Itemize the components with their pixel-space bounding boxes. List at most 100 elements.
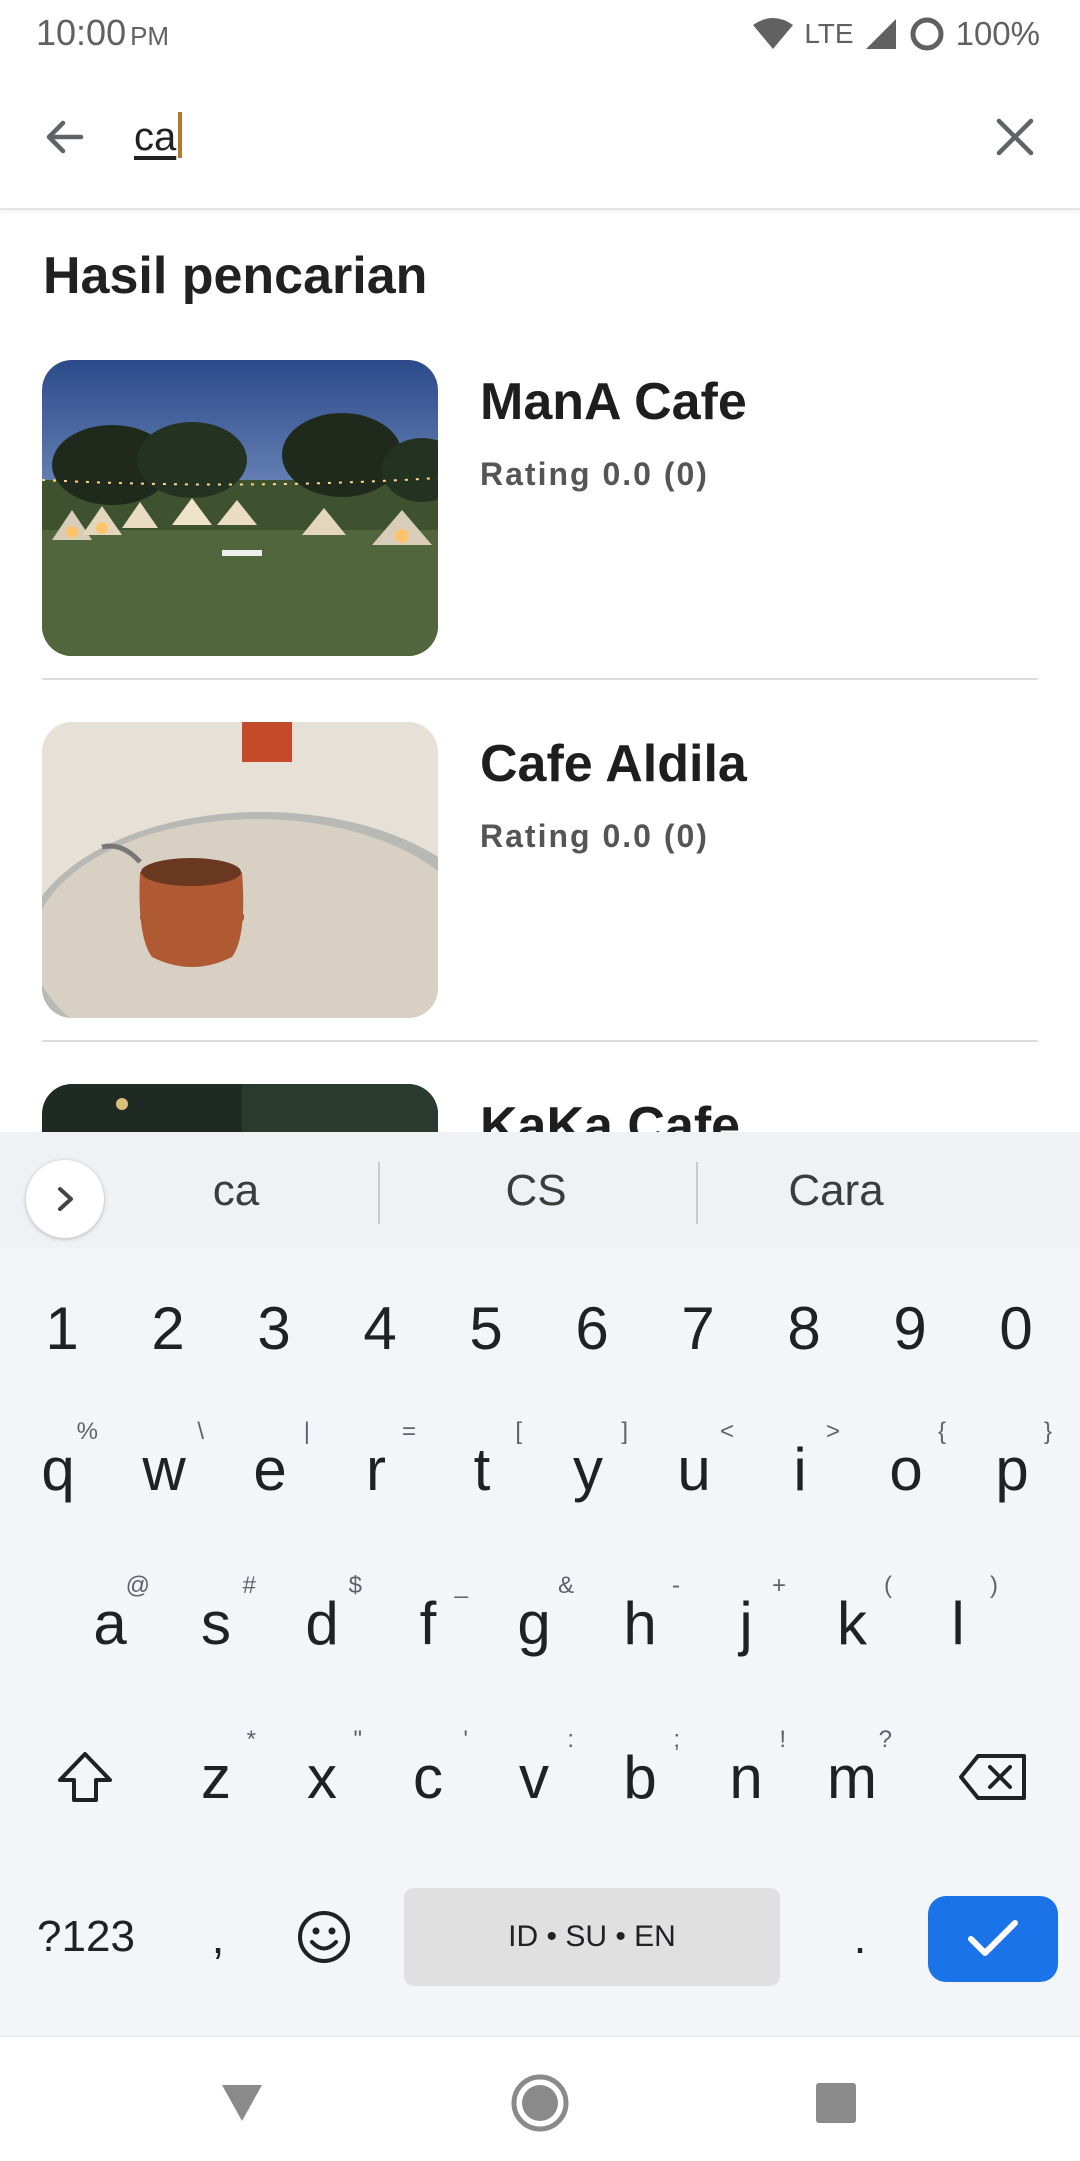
suggestion-strip: ca CS Cara xyxy=(0,1132,1080,1248)
divider xyxy=(42,1040,1038,1042)
key-y[interactable]: y] xyxy=(536,1404,640,1534)
result-item-kaka-cafe[interactable]: KaKa Cafe xyxy=(0,1084,1080,1132)
key-label: v xyxy=(519,1743,549,1811)
key-label: d xyxy=(305,1589,339,1657)
key-8[interactable]: 8 xyxy=(754,1268,854,1388)
key-7[interactable]: 7 xyxy=(648,1268,748,1388)
key-label: h xyxy=(623,1589,657,1657)
arrow-back-icon xyxy=(46,120,84,154)
check-icon xyxy=(968,1920,1018,1956)
key-hint: $ xyxy=(348,1572,362,1599)
key-2[interactable]: 2 xyxy=(118,1268,218,1388)
key-f[interactable]: f _ xyxy=(376,1558,480,1688)
comma-key[interactable]: , xyxy=(166,1872,270,2002)
emoji-icon xyxy=(298,1911,350,1963)
shift-icon xyxy=(58,1752,112,1802)
cafe-night-photo xyxy=(42,1084,438,1132)
key-3[interactable]: 3 xyxy=(224,1268,324,1388)
key-label: u xyxy=(677,1435,711,1503)
key-h[interactable]: h- xyxy=(588,1558,692,1688)
key-6[interactable]: 6 xyxy=(542,1268,642,1388)
battery-level: 100% xyxy=(955,15,1040,52)
key-r[interactable]: r = xyxy=(324,1404,428,1534)
key-b[interactable]: b; xyxy=(588,1712,692,1842)
shift-key[interactable] xyxy=(30,1712,140,1842)
key-p[interactable]: p} xyxy=(960,1404,1064,1534)
suggestion-3[interactable]: Cara xyxy=(696,1166,976,1216)
key-hint: \ xyxy=(197,1418,204,1445)
result-item-cafe-aldila[interactable]: Cafe Aldila Rating 0.0 (0) xyxy=(0,722,1080,1084)
key-x[interactable]: x " xyxy=(270,1712,374,1842)
nav-back-button[interactable] xyxy=(202,2063,282,2143)
chevron-right-icon xyxy=(58,1187,73,1211)
key-hint: { xyxy=(937,1418,946,1445)
key-l[interactable]: l) xyxy=(906,1558,1010,1688)
key-o[interactable]: o{ xyxy=(854,1404,958,1534)
back-button[interactable] xyxy=(30,102,100,172)
emoji-key[interactable] xyxy=(272,1872,376,2002)
key-label: g xyxy=(517,1589,551,1657)
enter-key[interactable] xyxy=(928,1896,1058,1982)
square-icon xyxy=(816,2083,856,2123)
key-c[interactable]: c ' xyxy=(376,1712,480,1842)
soft-keyboard: ca CS Cara 1 2 3 4 5 6 7 8 9 0 q% w \ e | … xyxy=(0,1132,1080,2036)
key-label: w xyxy=(142,1435,186,1503)
key-j[interactable]: j + xyxy=(694,1558,798,1688)
key-hint: ! xyxy=(779,1726,786,1753)
key-hint: < xyxy=(719,1418,734,1445)
key-hint: > xyxy=(825,1418,840,1445)
key-hint: : xyxy=(567,1726,574,1753)
section-title: Hasil pencarian xyxy=(43,247,428,305)
key-v[interactable]: v: xyxy=(482,1712,586,1842)
status-icons: LTE 100% xyxy=(752,10,1040,58)
suggestion-1[interactable]: ca xyxy=(96,1166,376,1216)
nav-home-button[interactable] xyxy=(500,2063,580,2143)
key-q[interactable]: q% xyxy=(6,1404,110,1534)
suggestion-divider xyxy=(378,1162,380,1224)
key-g[interactable]: g & xyxy=(482,1558,586,1688)
symbols-key[interactable]: ?123 xyxy=(16,1872,156,2002)
key-m[interactable]: m? xyxy=(800,1712,904,1842)
key-4[interactable]: 4 xyxy=(330,1268,430,1388)
key-k[interactable]: k( xyxy=(800,1558,904,1688)
key-n[interactable]: n! xyxy=(694,1712,798,1842)
key-label: i xyxy=(793,1435,807,1503)
key-e[interactable]: e | xyxy=(218,1404,322,1534)
signal-icon xyxy=(865,19,896,49)
nav-recents-button[interactable] xyxy=(796,2063,876,2143)
key-label: p xyxy=(995,1435,1029,1503)
result-thumbnail xyxy=(42,1084,438,1132)
key-label: z xyxy=(201,1743,231,1811)
key-z[interactable]: z * xyxy=(164,1712,268,1842)
key-hint: ] xyxy=(621,1418,628,1445)
search-input[interactable]: ca xyxy=(134,112,183,160)
ampm-text: PM xyxy=(130,21,170,51)
search-query-text: ca xyxy=(134,115,177,159)
key-0[interactable]: 0 xyxy=(966,1268,1066,1388)
key-d[interactable]: d $ xyxy=(270,1558,374,1688)
key-hint: ; xyxy=(673,1726,680,1753)
key-1[interactable]: 1 xyxy=(12,1268,112,1388)
key-s[interactable]: s # xyxy=(164,1558,268,1688)
suggestion-2[interactable]: CS xyxy=(396,1166,676,1216)
key-a[interactable]: a @ xyxy=(58,1558,162,1688)
key-5[interactable]: 5 xyxy=(436,1268,536,1388)
key-w[interactable]: w \ xyxy=(112,1404,216,1534)
key-u[interactable]: u < xyxy=(642,1404,746,1534)
key-hint: ( xyxy=(884,1572,892,1599)
key-i[interactable]: i > xyxy=(748,1404,852,1534)
navigation-bar xyxy=(0,2036,1080,2161)
key-label: m xyxy=(827,1743,877,1811)
expand-suggestions-button[interactable] xyxy=(26,1160,104,1238)
close-icon xyxy=(996,118,1034,156)
key-hint: & xyxy=(557,1572,574,1599)
key-label: n xyxy=(729,1743,763,1811)
clear-button[interactable] xyxy=(980,102,1050,172)
result-item-mana-cafe[interactable]: ManA Cafe Rating 0.0 (0) xyxy=(0,360,1080,722)
key-t[interactable]: t[ xyxy=(430,1404,534,1534)
space-key[interactable]: ID • SU • EN xyxy=(404,1888,780,1986)
result-thumbnail xyxy=(42,722,438,1018)
key-9[interactable]: 9 xyxy=(860,1268,960,1388)
period-key[interactable]: . xyxy=(808,1872,912,2002)
backspace-key[interactable] xyxy=(938,1712,1048,1842)
